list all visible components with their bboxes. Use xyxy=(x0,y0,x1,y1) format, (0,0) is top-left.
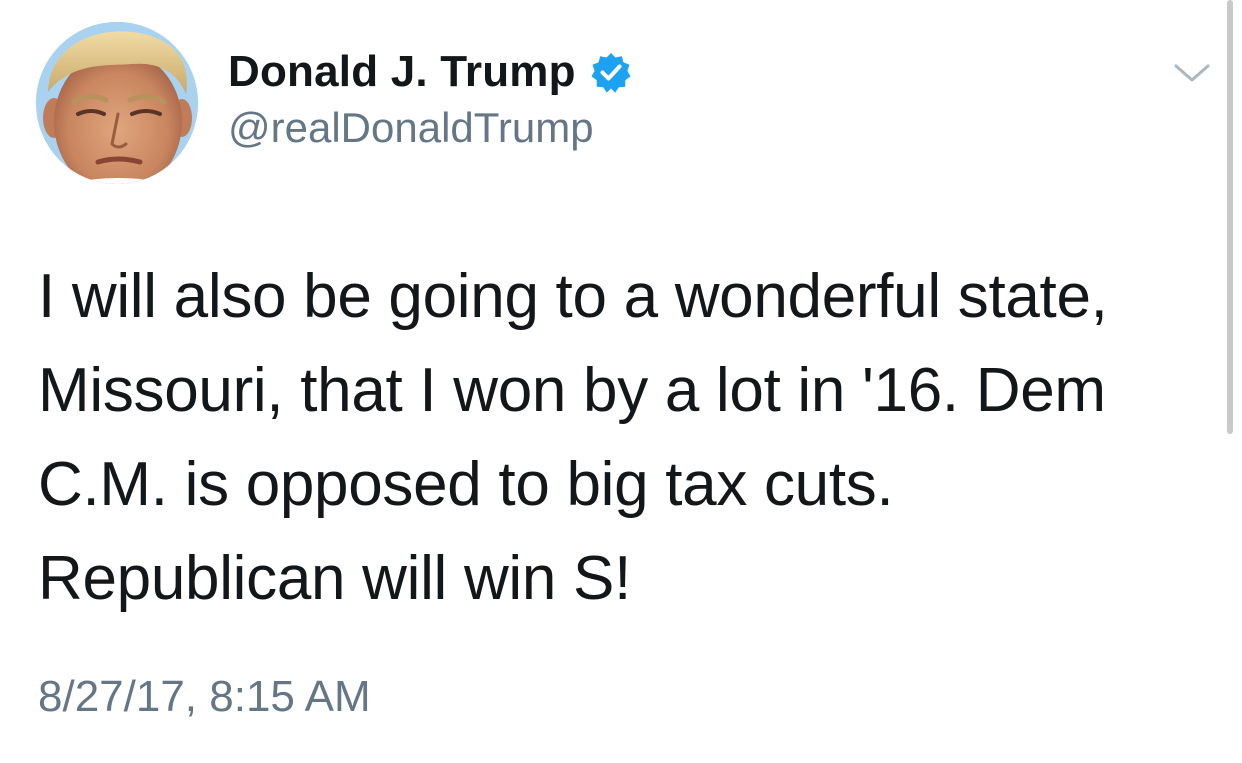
tweet-timestamp[interactable]: 8/27/17, 8:15 AM xyxy=(38,672,371,722)
tweet-text-line: I will also be going to a wonderful stat… xyxy=(38,262,1108,331)
avatar[interactable] xyxy=(36,22,198,184)
tweet-text: I will also be going to a wonderful stat… xyxy=(38,250,1208,626)
tweet-card: Donald J. Trump @realDonaldTrump I will … xyxy=(0,0,1242,763)
profile-photo xyxy=(36,22,198,184)
author-handle[interactable]: @realDonaldTrump xyxy=(228,104,594,152)
tweet-text-line: Republican will win S! xyxy=(38,544,631,613)
scrollbar[interactable] xyxy=(1227,0,1233,434)
author-name-row: Donald J. Trump xyxy=(228,44,632,100)
verified-badge-icon xyxy=(590,51,632,93)
tweet-text-line: C.M. is opposed to big tax cuts. xyxy=(38,450,894,519)
tweet-text-line: Missouri, that I won by a lot in '16. De… xyxy=(38,356,1106,425)
chevron-down-icon[interactable] xyxy=(1172,58,1212,88)
author-display-name[interactable]: Donald J. Trump xyxy=(228,47,576,97)
